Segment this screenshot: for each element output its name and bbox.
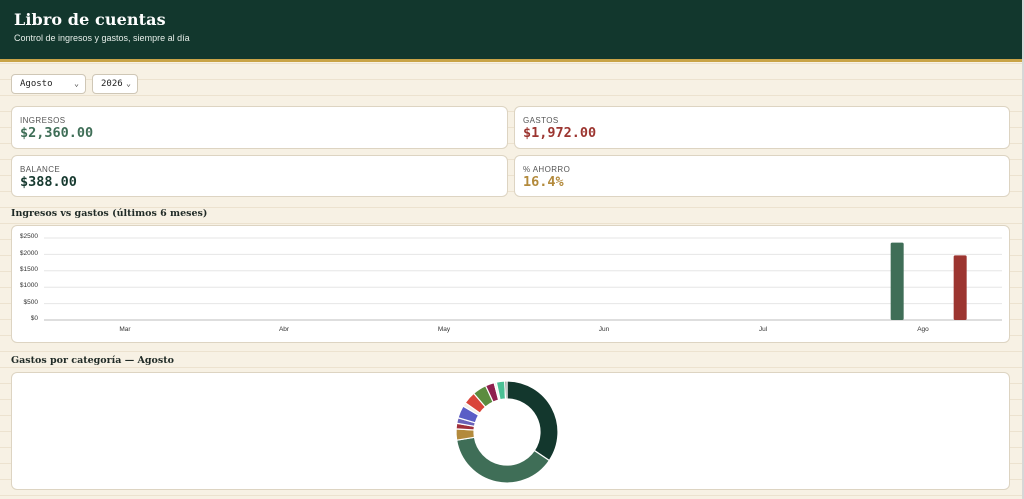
stat-card-balance: BALANCE $388.00 (11, 155, 508, 197)
pie-slice[interactable] (504, 380, 508, 400)
stat-label-balance: BALANCE (20, 165, 61, 174)
x-tick-label: May (437, 326, 451, 333)
app-header: Libro de cuentas Control de ingresos y g… (0, 0, 1022, 62)
year-select-value: 2026 (101, 79, 123, 89)
donut-chart-title: Gastos por categoría — Agosto (11, 355, 174, 366)
donut-chart (455, 380, 559, 484)
stat-value-ahorro: 16.4% (523, 174, 564, 190)
month-select[interactable]: Agosto ⌄ (11, 74, 86, 94)
stat-card-gastos: GASTOS $1,972.00 (514, 106, 1010, 149)
bar[interactable] (890, 242, 904, 320)
stat-label-ahorro: % AHORRO (523, 165, 571, 174)
stat-label-ingresos: INGRESOS (20, 116, 66, 125)
app-title: Libro de cuentas (14, 10, 166, 29)
bar-chart-card: $2500 $2000 $1500 $1000 $500 $0 Mar Abr … (11, 225, 1010, 343)
pie-slice[interactable] (506, 380, 559, 462)
stat-card-ingresos: INGRESOS $2,360.00 (11, 106, 508, 149)
stat-value-balance: $388.00 (20, 174, 77, 190)
stat-label-gastos: GASTOS (523, 116, 559, 125)
bar[interactable] (953, 255, 967, 320)
chevron-down-icon: ⌄ (126, 79, 131, 88)
donut-chart-card (11, 372, 1010, 490)
stat-value-gastos: $1,972.00 (523, 125, 597, 141)
x-tick-label: Jun (598, 326, 610, 333)
x-tick-label: Jul (758, 326, 768, 333)
chevron-down-icon: ⌄ (74, 79, 79, 88)
bar-chart-title: Ingresos vs gastos (últimos 6 meses) (11, 208, 208, 219)
pie-slice[interactable] (455, 436, 551, 484)
stat-value-ingresos: $2,360.00 (20, 125, 94, 141)
bar-chart (44, 237, 1002, 321)
x-tick-label: Mar (119, 326, 131, 333)
stat-card-ahorro: % AHORRO 16.4% (514, 155, 1010, 197)
month-select-value: Agosto (20, 79, 53, 89)
app-subtitle: Control de ingresos y gastos, siempre al… (14, 33, 190, 43)
x-tick-label: Ago (917, 326, 929, 333)
x-tick-label: Abr (278, 326, 290, 333)
year-select[interactable]: 2026 ⌄ (92, 74, 138, 94)
